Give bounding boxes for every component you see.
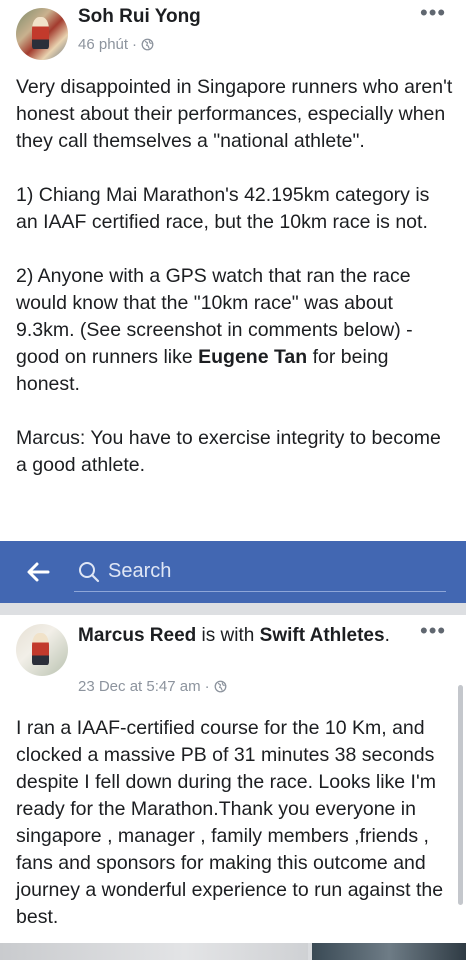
paragraph-2: 1) Chiang Mai Marathon's 42.195km catego… <box>16 184 430 233</box>
attached-image[interactable] <box>312 943 466 960</box>
paragraph-4: Marcus: You have to exercise integrity t… <box>16 427 441 476</box>
post-card-soh-rui-yong: Soh Rui Yong 46 phút · ••• Very disappoi… <box>0 0 466 541</box>
search-placeholder: Search <box>108 560 172 582</box>
globe-icon <box>141 38 154 51</box>
search-input[interactable]: Search <box>74 553 446 592</box>
post-meta: 46 phút · <box>78 36 154 53</box>
scrollbar[interactable] <box>458 685 463 905</box>
more-options-icon[interactable]: ••• <box>420 2 446 24</box>
mention-eugene-tan[interactable]: Eugene Tan <box>198 346 307 368</box>
paragraph-1: Very disappointed in Singapore runners w… <box>16 76 453 152</box>
post-body: Very disappointed in Singapore runners w… <box>16 74 456 479</box>
avatar[interactable] <box>16 624 68 676</box>
post-time[interactable]: 46 phút <box>78 36 128 53</box>
post-time[interactable]: 23 Dec at 5:47 am <box>78 678 201 695</box>
search-icon <box>79 562 100 583</box>
avatar[interactable] <box>16 8 68 60</box>
attached-images-strip <box>0 943 466 960</box>
meta-separator: · <box>204 678 210 695</box>
attached-image[interactable] <box>0 943 308 960</box>
top-navigation-bar: Search <box>0 541 466 603</box>
paragraph-3: 2) Anyone with a GPS watch that ran the … <box>16 265 413 395</box>
meta-separator: · <box>132 36 138 53</box>
author-name[interactable]: Soh Rui Yong <box>78 6 201 28</box>
post-card-marcus-reed: Marcus Reed is with Swift Athletes. ••• … <box>0 615 466 945</box>
divider <box>0 603 466 615</box>
group-link[interactable]: Swift Athletes <box>260 625 385 646</box>
post-body: I ran a IAAF-certified course for the 10… <box>16 717 444 928</box>
more-options-icon[interactable]: ••• <box>420 620 446 642</box>
globe-icon <box>214 680 227 693</box>
back-arrow-icon[interactable] <box>24 558 52 586</box>
author-name[interactable]: Marcus Reed <box>78 625 196 646</box>
post-headline: Marcus Reed is with Swift Athletes. <box>78 625 390 646</box>
post-meta: 23 Dec at 5:47 am · <box>78 678 227 695</box>
